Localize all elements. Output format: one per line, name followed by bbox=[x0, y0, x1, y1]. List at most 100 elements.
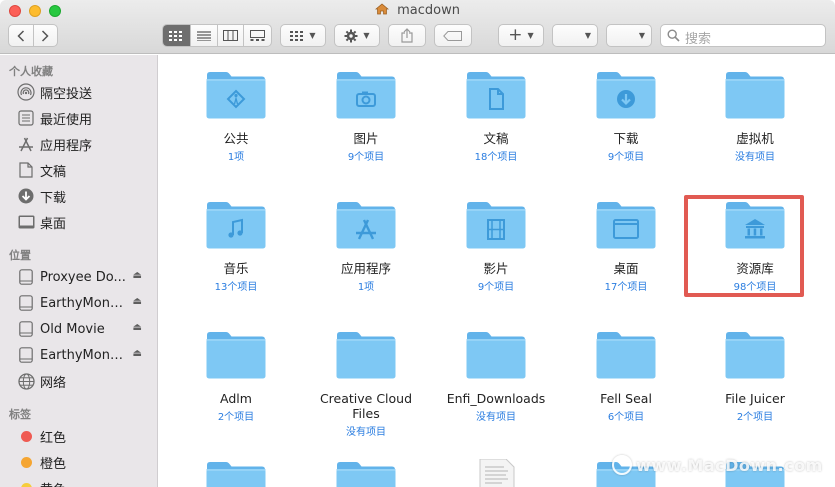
search-icon bbox=[667, 29, 680, 42]
toolbar-popup-1[interactable]: ▼ bbox=[552, 24, 598, 47]
action-button[interactable]: ▼ bbox=[334, 24, 380, 47]
chevron-down-icon: ▼ bbox=[309, 31, 316, 40]
home-icon bbox=[375, 3, 389, 15]
file-item[interactable]: 影片 9个项目 bbox=[431, 199, 561, 319]
sidebar-item-label: Proxyee Do... bbox=[40, 269, 126, 285]
sidebar-item-desktop[interactable]: 桌面 bbox=[16, 212, 154, 232]
add-button[interactable]: + ▼ bbox=[498, 24, 544, 47]
sidebar-item-tag-red[interactable]: 红色 bbox=[16, 426, 154, 446]
sidebar-item-label: 橙色 bbox=[40, 456, 67, 472]
pictures-folder-icon bbox=[336, 69, 396, 119]
file-item-count: 9个项目 bbox=[477, 282, 515, 293]
file-item[interactable]: 音乐 13个项目 bbox=[171, 199, 301, 319]
sidebar-item-airdrop[interactable]: 隔空投送 bbox=[16, 82, 154, 102]
folder-icon bbox=[466, 329, 526, 379]
file-item-count: 没有项目 bbox=[346, 427, 386, 438]
desktop-icon bbox=[16, 213, 36, 231]
watermark-text: www.MacDown.com bbox=[636, 455, 823, 475]
sidebar-item-documents[interactable]: 文稿 bbox=[16, 160, 154, 180]
file-item[interactable]: Enfi_Downloads 没有项目 bbox=[431, 329, 561, 449]
file-item[interactable] bbox=[171, 459, 301, 487]
document-file-item[interactable] bbox=[431, 458, 561, 487]
file-item-count: 1项 bbox=[227, 152, 245, 163]
file-item[interactable]: 资源库 98个项目 bbox=[690, 199, 820, 319]
file-item-count: 没有项目 bbox=[735, 152, 775, 163]
file-item-count: 2个项目 bbox=[217, 412, 255, 423]
file-item[interactable]: Adlm 2个项目 bbox=[171, 329, 301, 449]
toolbar-popup-2[interactable]: ▼ bbox=[606, 24, 652, 47]
disk-icon bbox=[16, 294, 36, 312]
file-name: 桌面 bbox=[613, 261, 639, 276]
gear-icon bbox=[344, 29, 358, 42]
eject-icon[interactable]: ⏏ bbox=[133, 296, 142, 307]
file-item[interactable]: 下载 9个项目 bbox=[561, 69, 691, 189]
eject-icon[interactable]: ⏏ bbox=[133, 348, 142, 359]
file-item[interactable]: 应用程序 1项 bbox=[301, 199, 431, 319]
download-icon bbox=[16, 187, 36, 205]
forward-button[interactable] bbox=[34, 25, 58, 46]
file-item[interactable]: 虚拟机 没有项目 bbox=[690, 69, 820, 189]
list-icon bbox=[196, 30, 211, 41]
file-item-count: 18个项目 bbox=[474, 152, 518, 163]
tag-button[interactable] bbox=[434, 24, 472, 47]
icon-view-button[interactable] bbox=[163, 25, 191, 46]
tag-dot-icon bbox=[16, 453, 36, 471]
folder-icon bbox=[206, 459, 266, 487]
tag-icon bbox=[443, 30, 462, 41]
sidebar-item-label: 最近使用 bbox=[40, 112, 93, 128]
folder-icon bbox=[336, 459, 396, 487]
recents-icon bbox=[16, 109, 36, 127]
airdrop-icon bbox=[16, 83, 36, 101]
file-name: 虚拟机 bbox=[736, 131, 774, 146]
file-item[interactable]: 文稿 18个项目 bbox=[431, 69, 561, 189]
sidebar-item-disk[interactable]: EarthyMono... ⏏ bbox=[16, 345, 154, 365]
file-item[interactable]: 桌面 17个项目 bbox=[561, 199, 691, 319]
file-item[interactable]: 公共 1项 bbox=[171, 69, 301, 189]
document-icon bbox=[16, 161, 36, 179]
list-view-button[interactable] bbox=[191, 25, 218, 46]
sidebar-item-label: EarthyMono... bbox=[40, 347, 130, 363]
toolbar: macdown ▼ ▼ + ▼ ▼ ▼ 搜索 bbox=[0, 0, 835, 54]
folder-icon bbox=[725, 69, 785, 119]
sidebar-item-applications[interactable]: 应用程序 bbox=[16, 134, 154, 154]
file-item[interactable]: 图片 9个项目 bbox=[301, 69, 431, 189]
movies-folder-icon bbox=[466, 199, 526, 249]
documents-folder-icon bbox=[466, 69, 526, 119]
share-button[interactable] bbox=[388, 24, 426, 47]
sidebar-item-label: Old Movie bbox=[40, 321, 105, 337]
eject-icon[interactable]: ⏏ bbox=[133, 322, 142, 333]
chevron-down-icon: ▼ bbox=[363, 31, 370, 40]
sidebar-item-network[interactable]: 网络 bbox=[16, 371, 154, 391]
column-view-button[interactable] bbox=[218, 25, 245, 46]
file-item[interactable] bbox=[301, 459, 431, 487]
document-icon bbox=[466, 458, 526, 487]
sidebar: 个人收藏 隔空投送 最近使用 应用程序 文稿 下载 桌面 位置 Proxyee … bbox=[0, 55, 158, 487]
public-folder-icon bbox=[206, 69, 266, 119]
folder-icon bbox=[596, 329, 656, 379]
view-mode-control bbox=[162, 24, 272, 47]
music-folder-icon bbox=[206, 199, 266, 249]
sidebar-item-tag-orange[interactable]: 橙色 bbox=[16, 452, 154, 472]
file-item-count: 9个项目 bbox=[347, 152, 385, 163]
file-item[interactable]: File Juicer 2个项目 bbox=[690, 329, 820, 449]
sidebar-item-disk[interactable]: Proxyee Do... ⏏ bbox=[16, 267, 154, 287]
chevron-down-icon: ▼ bbox=[527, 31, 534, 40]
sidebar-item-disk[interactable]: Old Movie ⏏ bbox=[16, 319, 154, 339]
file-item[interactable]: Creative Cloud Files 没有项目 bbox=[301, 329, 431, 449]
back-button[interactable] bbox=[9, 25, 34, 46]
search-field[interactable]: 搜索 bbox=[660, 24, 826, 47]
sidebar-item-disk[interactable]: EarthyMono... ⏏ bbox=[16, 293, 154, 313]
group-button[interactable]: ▼ bbox=[280, 24, 326, 47]
sidebar-item-recents[interactable]: 最近使用 bbox=[16, 108, 154, 128]
library-folder-icon bbox=[725, 199, 785, 249]
file-name: 音乐 bbox=[223, 261, 249, 276]
eject-icon[interactable]: ⏏ bbox=[133, 270, 142, 281]
sidebar-item-downloads[interactable]: 下载 bbox=[16, 186, 154, 206]
file-item-count: 6个项目 bbox=[607, 412, 645, 423]
sidebar-item-tag-yellow[interactable]: 黄色 bbox=[16, 478, 154, 487]
gallery-view-button[interactable] bbox=[244, 25, 271, 46]
file-name: 资源库 bbox=[736, 261, 774, 276]
file-name: 影片 bbox=[483, 261, 509, 276]
file-name: 图片 bbox=[353, 131, 379, 146]
file-item[interactable]: Fell Seal 6个项目 bbox=[561, 329, 691, 449]
